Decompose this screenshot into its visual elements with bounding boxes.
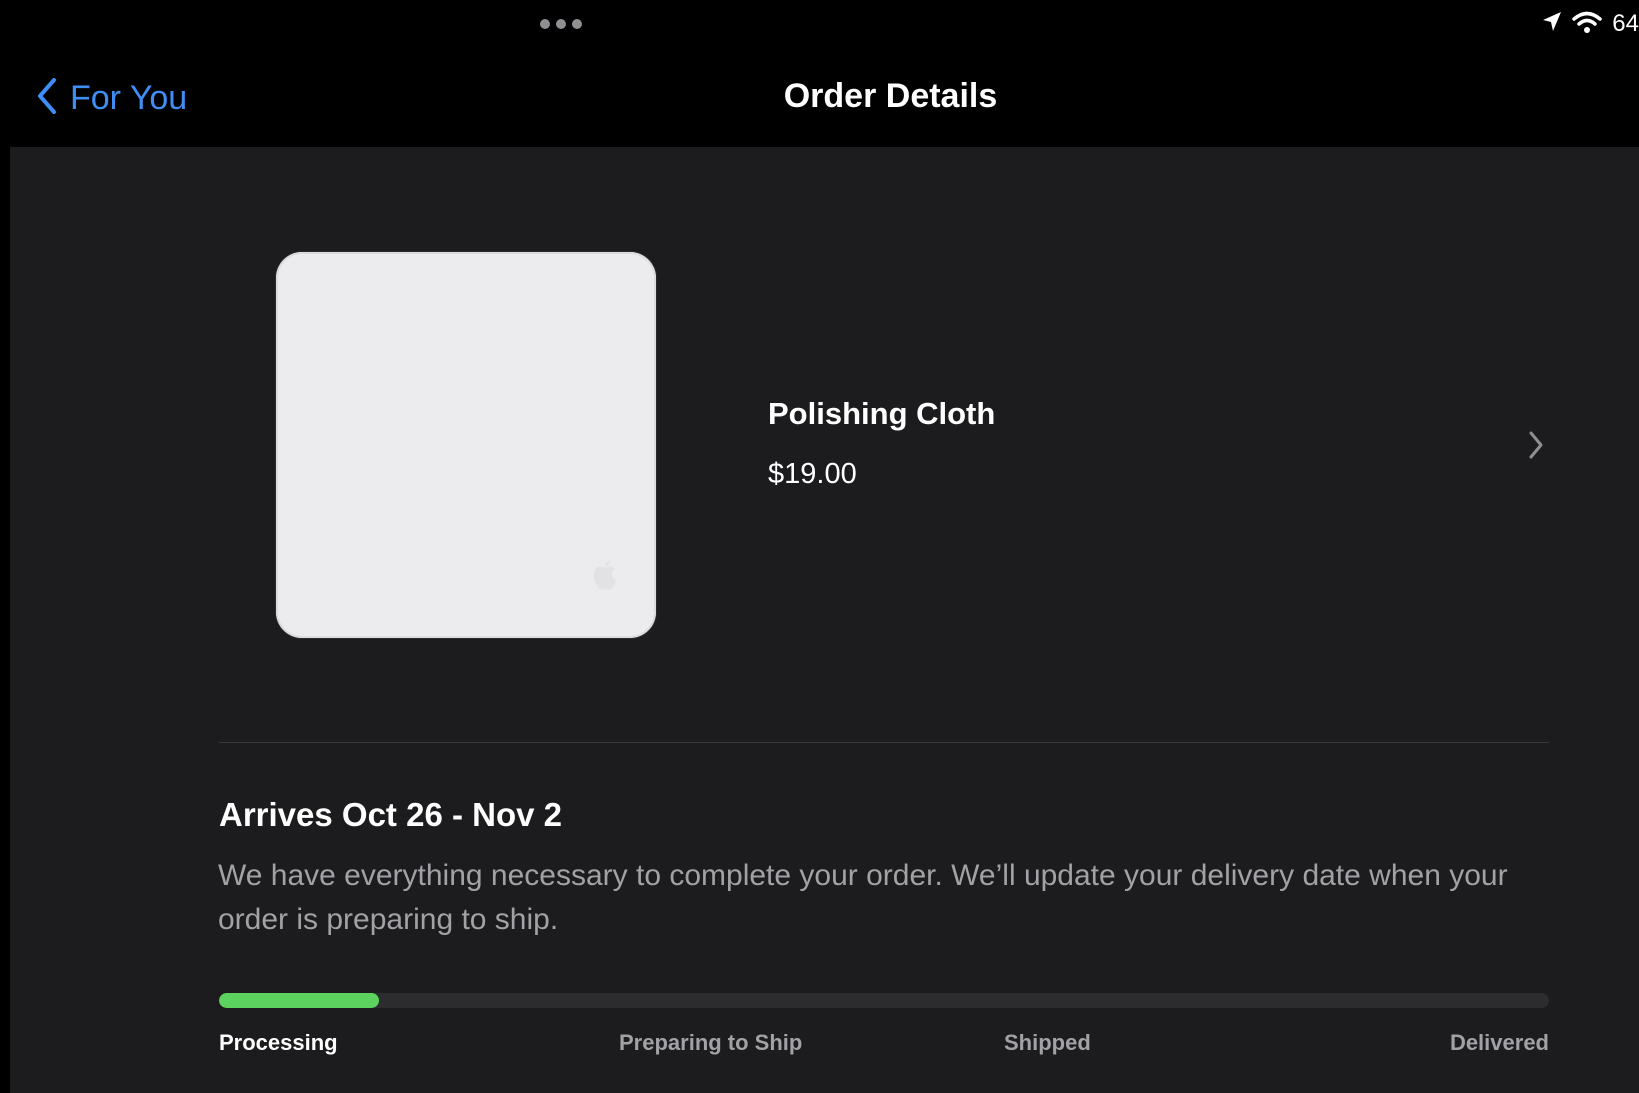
window-edge: [0, 0, 10, 1093]
order-progress-bar: [219, 993, 1549, 1008]
battery-percentage: 64: [1612, 10, 1639, 37]
multitasking-dots-icon[interactable]: [540, 19, 582, 29]
delivery-estimate-heading: Arrives Oct 26 - Nov 2: [219, 796, 562, 833]
status-bar: 64: [10, 0, 1639, 47]
step-shipped: Shipped: [1004, 1030, 1091, 1055]
product-name: Polishing Cloth: [768, 396, 996, 431]
apple-logo-icon: [592, 559, 618, 596]
delivery-status-description: We have everything necessary to complete…: [218, 859, 1508, 936]
order-progress-steps: Processing Preparing to Ship Shipped Del…: [219, 1030, 1549, 1060]
section-divider: [219, 742, 1549, 743]
wifi-icon: [1572, 10, 1603, 39]
step-preparing-to-ship: Preparing to Ship: [619, 1030, 803, 1055]
order-progress-fill: [219, 993, 379, 1008]
product-image: [276, 252, 656, 638]
navigation-bar: For You Order Details: [10, 47, 1639, 147]
status-indicators: 64: [1542, 10, 1639, 38]
product-price: $19.00: [768, 458, 857, 490]
location-arrow-icon: [1542, 11, 1562, 38]
page-title: Order Details: [783, 77, 998, 115]
step-delivered: Delivered: [1449, 1030, 1549, 1055]
step-processing: Processing: [219, 1030, 338, 1055]
chevron-right-icon[interactable]: [1528, 430, 1544, 465]
